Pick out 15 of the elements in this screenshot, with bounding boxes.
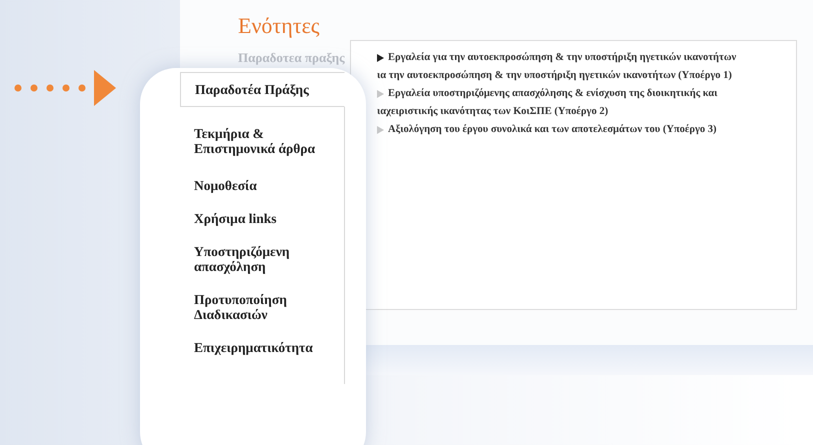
section-tab[interactable]: Χρήσιμα links [180,202,344,235]
deliverable-link[interactable]: Εργαλεία υποστηριζόμενης απασχόλησης & ενίσχυση της διοικητικής και [388,87,718,101]
deliverable-link[interactable]: Εργαλεία για την αυτοεκπροσώπηση & την υποστήριξη ηγετικών ικανοτήτων [388,51,736,65]
section-tab[interactable]: Επιχειρηματικότητα [180,331,344,364]
section-subheading: Παραδοτεα πραξης [238,49,345,67]
section-heading: Ενότητες [238,12,320,40]
section-tab[interactable]: Υποστηριζόμενη απασχόληση [180,235,344,283]
deliverable-link[interactable]: ια την αυτοεκπροσώπηση & την υποστήριξη ηγετικών ικανοτήτων (Υποέργο 1) [377,69,732,83]
deliverable-link[interactable]: Αξιολόγηση του έργου συνολικά και των αποτελεσμάτων του (Υποέργο 3) [388,123,717,137]
section-tab[interactable]: Τεκμήρια & Επιστημονικά άρθρα [180,117,344,165]
deliverable-link[interactable]: ιαχειριστικής ικανότητας των ΚοιΣΠΕ (Υποέργο 2) [377,105,608,119]
dotted-arrow-icon [14,70,116,106]
section-tab[interactable]: Παραδοτέα Πράξης [180,72,345,107]
section-tab[interactable]: Προτυποποίηση Διαδικασιών [180,283,344,331]
section-tab[interactable]: Νομοθεσία [180,169,344,202]
